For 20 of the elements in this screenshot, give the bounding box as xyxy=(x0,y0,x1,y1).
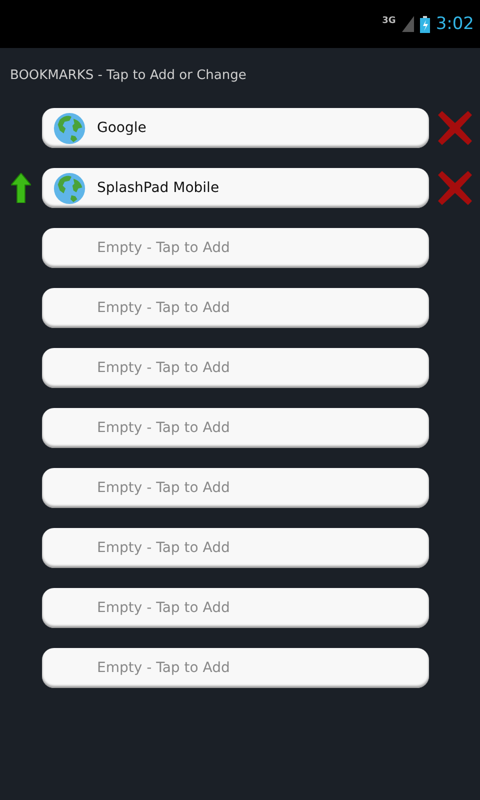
bookmark-entry[interactable]: Empty - Tap to Add xyxy=(42,348,429,388)
network-type-label: 3G xyxy=(382,16,396,26)
bookmark-entry[interactable]: SplashPad Mobile xyxy=(42,168,429,208)
bookmark-entry[interactable]: Empty - Tap to Add xyxy=(42,588,429,628)
bookmarks-heading: BOOKMARKS - Tap to Add or Change xyxy=(9,67,248,84)
delete-icon[interactable] xyxy=(438,171,472,205)
bookmark-entry[interactable]: Empty - Tap to Add xyxy=(42,288,429,328)
globe-icon xyxy=(52,170,87,206)
bookmark-entry[interactable]: Empty - Tap to Add xyxy=(42,528,429,568)
clock-text: 3:02 xyxy=(436,14,474,34)
bookmark-entry[interactable]: Empty - Tap to Add xyxy=(42,228,429,268)
globe-icon xyxy=(52,110,87,146)
bookmark-entry[interactable]: Empty - Tap to Add xyxy=(42,408,429,448)
signal-icon xyxy=(402,16,414,32)
up-arrow-icon[interactable] xyxy=(11,173,31,203)
battery-icon xyxy=(420,16,430,32)
bookmark-entry[interactable]: Empty - Tap to Add xyxy=(42,468,429,508)
delete-icon[interactable] xyxy=(438,111,472,145)
bookmark-entry[interactable]: Google xyxy=(42,108,429,148)
bookmark-entry[interactable]: Empty - Tap to Add xyxy=(42,648,429,688)
